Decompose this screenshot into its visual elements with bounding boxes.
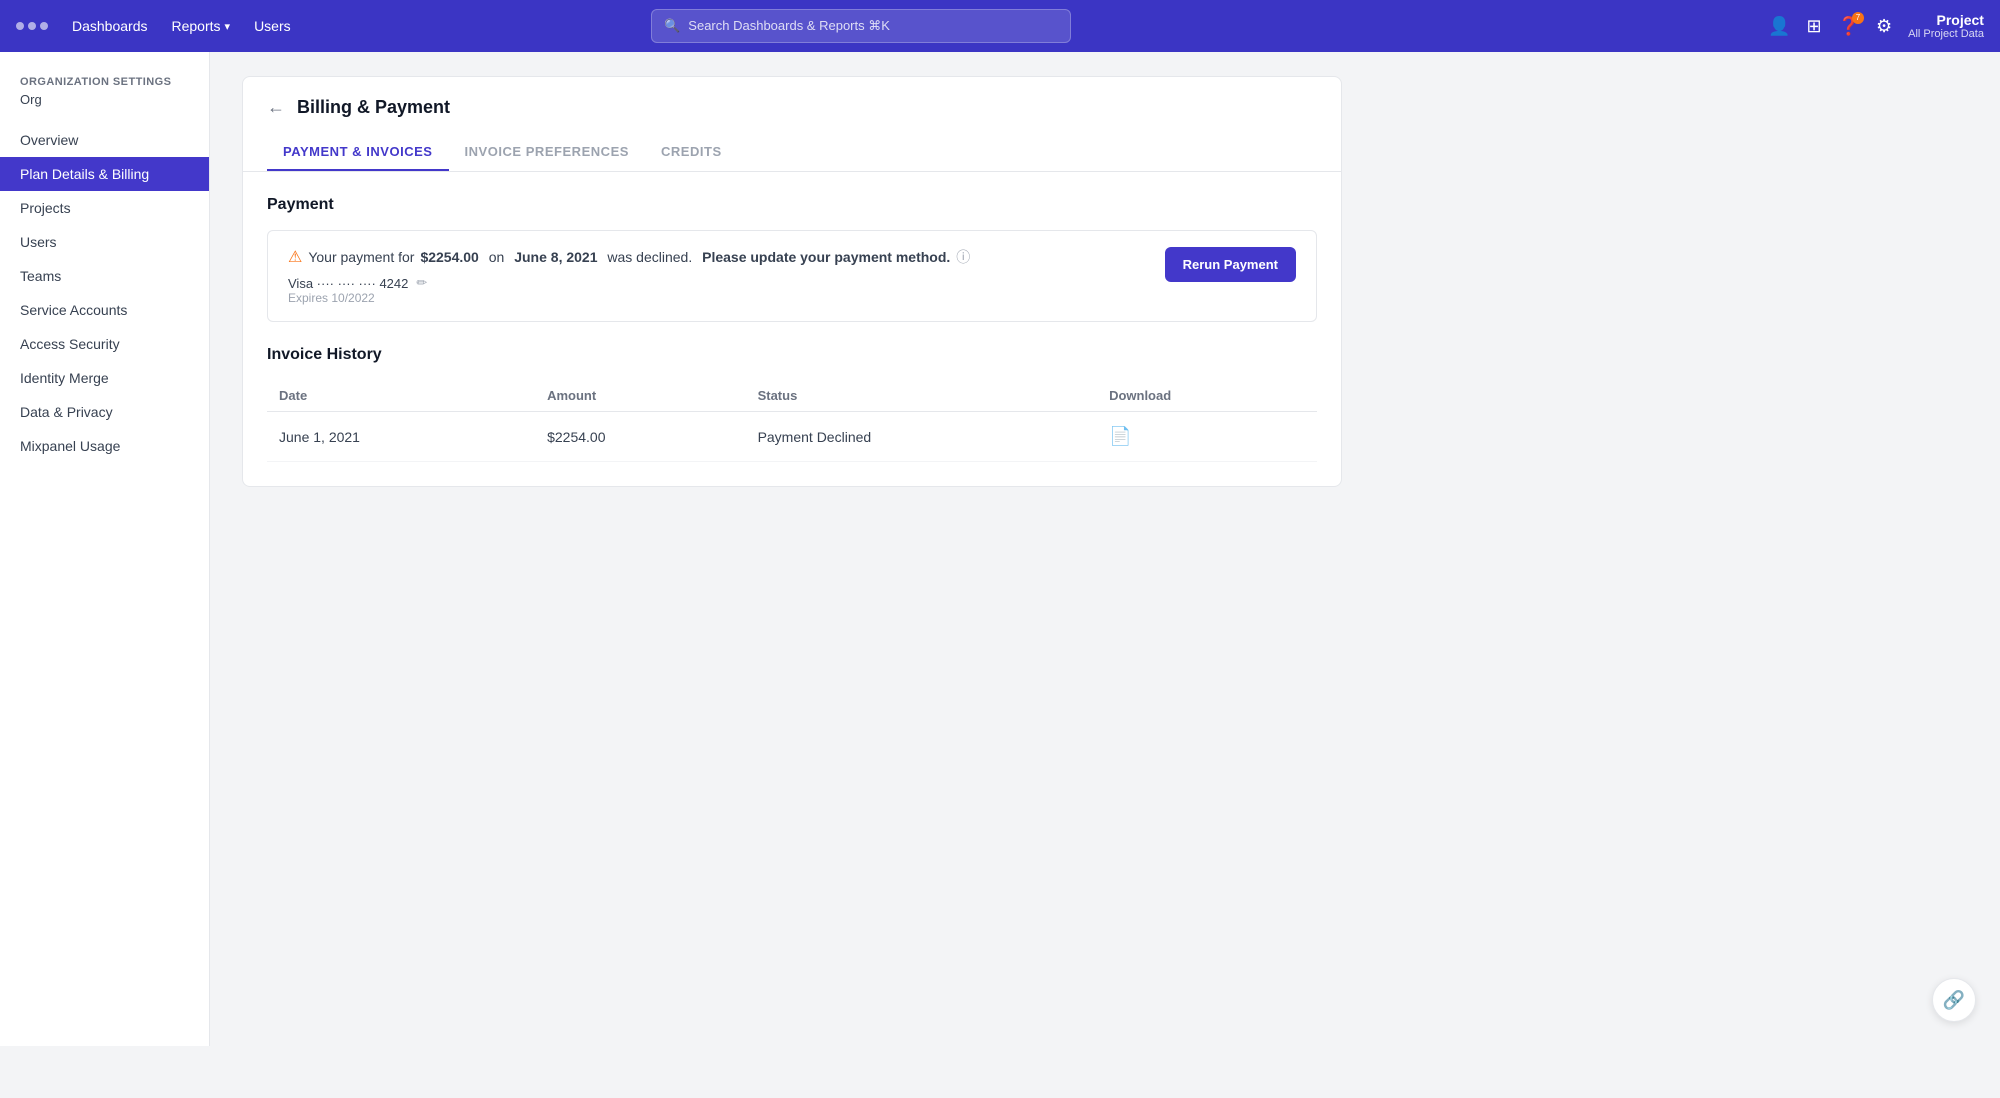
sidebar: ORGANIZATION SETTINGS Org Overview Plan … <box>0 52 210 1046</box>
alert-text-prefix: Your payment for <box>308 249 414 265</box>
alert-content: ⚠ Your payment for $2254.00 on June 8, 2… <box>288 247 1149 305</box>
sidebar-item-mixpanel-usage[interactable]: Mixpanel Usage <box>0 429 209 463</box>
project-name: Project <box>1908 12 1984 28</box>
alert-cta: Please update your payment method. <box>702 249 950 265</box>
link-icon: 🔗 <box>1943 990 1965 1011</box>
notification-badge: 7 <box>1852 12 1864 24</box>
warning-icon: ⚠ <box>288 247 302 267</box>
info-icon[interactable]: ⓘ <box>956 247 970 267</box>
rerun-payment-button[interactable]: Rerun Payment <box>1165 247 1296 282</box>
topnav-right-actions: 👤 ⊞ ❓ 7 ⚙ Project All Project Data <box>1768 12 1984 40</box>
col-date: Date <box>267 380 535 412</box>
col-status: Status <box>746 380 1098 412</box>
search-bar[interactable]: 🔍 Search Dashboards & Reports ⌘K <box>651 9 1071 43</box>
table-row: June 1, 2021 $2254.00 Payment Declined 📄 <box>267 412 1317 462</box>
payment-alert: ⚠ Your payment for $2254.00 on June 8, 2… <box>267 230 1317 322</box>
nav-users[interactable]: Users <box>254 18 291 34</box>
settings-icon[interactable]: ⚙ <box>1876 16 1892 37</box>
project-switcher[interactable]: Project All Project Data <box>1908 12 1984 40</box>
sidebar-item-service-accounts[interactable]: Service Accounts <box>0 293 209 327</box>
content-card: ← Billing & Payment PAYMENT & INVOICES I… <box>242 76 1342 487</box>
grid-icon[interactable]: ⊞ <box>1807 16 1822 37</box>
card-body: Payment ⚠ Your payment for $2254.00 on J… <box>243 172 1341 486</box>
sidebar-item-plan-billing[interactable]: Plan Details & Billing <box>0 157 209 191</box>
alert-text-mid: on <box>485 249 508 265</box>
visa-expiry: Expires 10/2022 <box>288 291 1149 305</box>
invoice-table: Date Amount Status Download June 1, 2021… <box>267 380 1317 462</box>
alert-text-suffix: was declined. <box>604 249 697 265</box>
page-layout: ORGANIZATION SETTINGS Org Overview Plan … <box>0 52 2000 1046</box>
col-amount: Amount <box>535 380 745 412</box>
sidebar-item-users[interactable]: Users <box>0 225 209 259</box>
tab-credits[interactable]: CREDITS <box>645 134 738 171</box>
org-name: Org <box>0 92 209 123</box>
help-icon[interactable]: ❓ 7 <box>1838 16 1860 37</box>
account-icon[interactable]: 👤 <box>1768 16 1790 37</box>
invoice-history-title: Invoice History <box>267 346 1317 364</box>
invoice-download-cell: 📄 <box>1097 412 1317 462</box>
fab-button[interactable]: 🔗 <box>1932 978 1976 1022</box>
tabs: PAYMENT & INVOICES INVOICE PREFERENCES C… <box>267 134 1317 171</box>
sidebar-item-data-privacy[interactable]: Data & Privacy <box>0 395 209 429</box>
card-header: ← Billing & Payment PAYMENT & INVOICES I… <box>243 77 1341 172</box>
nav-reports[interactable]: Reports ▾ <box>172 18 231 34</box>
card-title-row: ← Billing & Payment <box>267 97 1317 134</box>
download-icon[interactable]: 📄 <box>1109 426 1131 446</box>
sidebar-item-identity-merge[interactable]: Identity Merge <box>0 361 209 395</box>
sidebar-item-teams[interactable]: Teams <box>0 259 209 293</box>
reports-chevron-icon: ▾ <box>225 20 231 33</box>
search-icon: 🔍 <box>664 18 680 34</box>
top-navigation: Dashboards Reports ▾ Users 🔍 Search Dash… <box>0 0 2000 52</box>
visa-info: Visa ···· ···· ···· 4242 ✏ <box>288 275 1149 291</box>
edit-payment-icon[interactable]: ✏ <box>416 275 427 291</box>
invoice-status: Payment Declined <box>746 412 1098 462</box>
sidebar-item-access-security[interactable]: Access Security <box>0 327 209 361</box>
tab-invoice-preferences[interactable]: INVOICE PREFERENCES <box>449 134 645 171</box>
tab-payment-invoices[interactable]: PAYMENT & INVOICES <box>267 134 449 171</box>
visa-number: Visa ···· ···· ···· 4242 <box>288 276 408 291</box>
app-logo <box>16 22 48 30</box>
main-content: ← Billing & Payment PAYMENT & INVOICES I… <box>210 52 2000 1046</box>
alert-date: June 8, 2021 <box>514 249 597 265</box>
invoice-date: June 1, 2021 <box>267 412 535 462</box>
payment-section-title: Payment <box>267 196 1317 214</box>
nav-dashboards[interactable]: Dashboards <box>72 18 148 34</box>
alert-amount: $2254.00 <box>420 249 478 265</box>
page-title: Billing & Payment <box>297 97 450 118</box>
back-button[interactable]: ← <box>267 97 285 118</box>
sidebar-item-projects[interactable]: Projects <box>0 191 209 225</box>
search-placeholder-text: Search Dashboards & Reports ⌘K <box>688 18 890 34</box>
col-download: Download <box>1097 380 1317 412</box>
org-settings-label: ORGANIZATION SETTINGS <box>0 76 209 92</box>
invoice-amount: $2254.00 <box>535 412 745 462</box>
table-header-row: Date Amount Status Download <box>267 380 1317 412</box>
project-subtitle: All Project Data <box>1908 28 1984 40</box>
alert-message: ⚠ Your payment for $2254.00 on June 8, 2… <box>288 247 1149 267</box>
sidebar-item-overview[interactable]: Overview <box>0 123 209 157</box>
